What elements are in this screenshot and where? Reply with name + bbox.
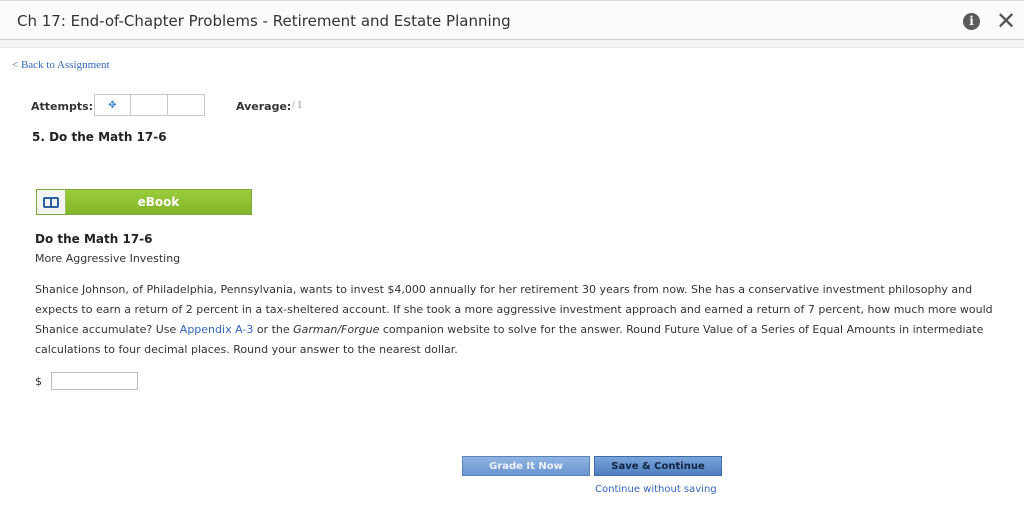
attempt-box-1: ✥ [94, 94, 131, 116]
average-label: Average: [236, 100, 292, 113]
book-icon [43, 196, 59, 208]
sub-bar [0, 40, 1024, 48]
continue-without-saving-link[interactable]: Continue without saving [595, 484, 717, 495]
appendix-link[interactable]: Appendix A-3 [180, 323, 254, 336]
grade-it-now-button[interactable]: Grade It Now [462, 456, 590, 476]
problem-text-part2: or the [253, 323, 294, 336]
problem-subheading: More Aggressive Investing [35, 252, 181, 265]
top-bar: Ch 17: End-of-Chapter Problems - Retirem… [0, 0, 1024, 40]
average-value: / 1 [292, 100, 303, 111]
close-icon[interactable]: ✕ [996, 7, 1016, 35]
page-title: Ch 17: End-of-Chapter Problems - Retirem… [17, 12, 511, 30]
save-and-continue-button[interactable]: Save & Continue [594, 456, 722, 476]
answer-input[interactable] [51, 372, 138, 390]
attempt-indicators: ✥ [94, 94, 205, 116]
attempts-label: Attempts: [31, 100, 94, 113]
problem-text: Shanice Johnson, of Philadelphia, Pennsy… [35, 280, 1010, 360]
diamond-cross-icon: ✥ [108, 99, 117, 111]
problem-text-italic: Garman/Forgue [293, 323, 380, 336]
attempt-box-3 [168, 94, 205, 116]
attempt-box-2 [131, 94, 168, 116]
ebook-icon-cell [37, 190, 66, 214]
question-title: 5. Do the Math 17-6 [32, 130, 167, 144]
ebook-button[interactable]: eBook [36, 189, 252, 215]
problem-heading: Do the Math 17-6 [35, 232, 153, 246]
ebook-label: eBook [66, 190, 251, 214]
back-to-assignment-link[interactable]: < Back to Assignment [12, 59, 110, 71]
currency-label: $ [35, 375, 42, 388]
info-icon[interactable]: i [963, 13, 980, 30]
